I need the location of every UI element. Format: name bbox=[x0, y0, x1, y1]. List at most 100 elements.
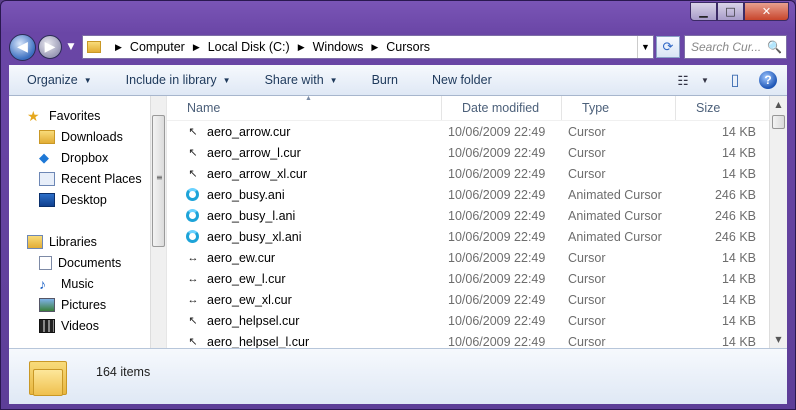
file-type: Cursor bbox=[568, 334, 606, 349]
documents-icon bbox=[39, 256, 52, 270]
table-row[interactable]: ↔ aero_ew.cur 10/06/2009 22:49 Cursor 14 KB bbox=[167, 247, 769, 268]
sidebar-item-music[interactable]: ♪ Music bbox=[39, 277, 94, 291]
file-name-cell: ↖ aero_arrow_xl.cur bbox=[167, 166, 442, 182]
crumb-separator[interactable]: ▶ bbox=[115, 42, 122, 53]
preview-pane-icon[interactable]: ▯ bbox=[721, 65, 749, 95]
scroll-down-icon[interactable]: ▼ bbox=[770, 331, 787, 348]
file-date: 10/06/2009 22:49 bbox=[448, 271, 546, 286]
forward-button[interactable]: ▶ bbox=[38, 35, 62, 59]
breadcrumb-cursors[interactable]: Cursors bbox=[386, 40, 430, 54]
sidebar-item-documents[interactable]: Documents bbox=[39, 256, 121, 270]
maximize-button[interactable]: □ bbox=[717, 2, 744, 21]
navigation-pane-scrollbar[interactable]: ≡ bbox=[150, 96, 166, 348]
sidebar-item-label: Documents bbox=[58, 256, 122, 270]
search-placeholder: Search Cur... bbox=[691, 40, 762, 54]
file-name-cell: aero_busy_xl.ani bbox=[167, 230, 442, 244]
sidebar-item-downloads[interactable]: Downloads bbox=[39, 130, 123, 144]
scroll-up-icon[interactable]: ▲ bbox=[770, 96, 787, 113]
search-icon[interactable]: 🔍 bbox=[767, 40, 782, 54]
share-with-button[interactable]: Share with ▼ bbox=[247, 65, 354, 95]
file-type: Cursor bbox=[568, 124, 606, 139]
table-row[interactable]: ↔ aero_ew_xl.cur 10/06/2009 22:49 Cursor 14 … bbox=[167, 289, 769, 310]
views-dropdown[interactable]: ▼ bbox=[697, 65, 713, 95]
table-row[interactable]: ↔ aero_ew_l.cur 10/06/2009 22:49 Cursor 14 K… bbox=[167, 268, 769, 289]
breadcrumb-local-disk[interactable]: Local Disk (C:) bbox=[208, 40, 290, 54]
star-icon: ★ bbox=[27, 108, 40, 124]
sidebar-item-label: Dropbox bbox=[61, 151, 109, 165]
scrollbar-grip-icon: ≡ bbox=[156, 173, 163, 182]
recent-pages-dropdown[interactable]: ▼ bbox=[64, 42, 78, 52]
explorer-window: ▁ □ ✕ ◀ ▶ ▼ ▶ Computer ▶ Local Disk (C:)… bbox=[0, 0, 796, 410]
file-list-scrollbar[interactable]: ▲ ▼ bbox=[769, 96, 787, 348]
table-row[interactable]: aero_busy.ani 10/06/2009 22:49 Animated Cu… bbox=[167, 184, 769, 205]
column-header-row: ▲ Name Date modified Type Size bbox=[167, 95, 769, 121]
file-type: Cursor bbox=[568, 292, 606, 307]
sidebar-item-pictures[interactable]: Pictures bbox=[39, 298, 106, 312]
arrow-cursor-icon: ↖ bbox=[188, 126, 198, 138]
file-type: Cursor bbox=[568, 166, 606, 181]
scrollbar-thumb[interactable]: ≡ bbox=[152, 115, 165, 247]
file-name-cell: ↖ aero_arrow_l.cur bbox=[167, 145, 442, 161]
file-name: aero_ew.cur bbox=[207, 250, 276, 265]
file-name: aero_busy_l.ani bbox=[207, 208, 296, 223]
back-button[interactable]: ◀ bbox=[9, 33, 36, 61]
minimize-button[interactable]: ▁ bbox=[690, 2, 717, 21]
file-name: aero_ew_l.cur bbox=[207, 271, 286, 286]
table-row[interactable]: ↖ aero_helpsel.cur 10/06/2009 22:49 Cursor 1… bbox=[167, 310, 769, 331]
file-date: 10/06/2009 22:49 bbox=[448, 145, 546, 160]
file-type: Cursor bbox=[568, 250, 606, 265]
organize-button[interactable]: Organize ▼ bbox=[9, 65, 108, 95]
file-name: aero_arrow_xl.cur bbox=[207, 166, 308, 181]
table-row[interactable]: ↖ aero_arrow_l.cur 10/06/2009 22:49 Cursor 1… bbox=[167, 142, 769, 163]
libraries-label: Libraries bbox=[49, 235, 97, 249]
sidebar-item-dropbox[interactable]: ◆ Dropbox bbox=[39, 151, 109, 166]
file-type: Animated Cursor bbox=[568, 208, 662, 223]
crumb-separator[interactable]: ▶ bbox=[298, 42, 305, 53]
column-header-date[interactable]: Date modified bbox=[442, 96, 562, 120]
help-button[interactable]: ? bbox=[759, 71, 777, 89]
column-header-size[interactable]: Size bbox=[676, 96, 761, 120]
sidebar-item-videos[interactable]: Videos bbox=[39, 319, 99, 333]
details-pane: 164 items bbox=[9, 348, 787, 404]
table-row[interactable]: aero_busy_xl.ani 10/06/2009 22:49 Animated… bbox=[167, 226, 769, 247]
table-row[interactable]: ↖ aero_arrow.cur 10/06/2009 22:49 Cursor 14 … bbox=[167, 121, 769, 142]
file-size: 246 KB bbox=[714, 208, 756, 223]
crumb-separator[interactable]: ▶ bbox=[371, 42, 378, 53]
file-date: 10/06/2009 22:49 bbox=[448, 124, 546, 139]
sidebar-item-label: Videos bbox=[61, 319, 99, 333]
recent-places-icon bbox=[39, 172, 55, 186]
file-type: Cursor bbox=[568, 271, 606, 286]
downloads-folder-icon bbox=[39, 130, 55, 144]
file-type: Cursor bbox=[568, 313, 606, 328]
file-name-cell: ↖ aero_arrow.cur bbox=[167, 124, 442, 140]
column-header-type[interactable]: Type bbox=[562, 96, 676, 120]
table-row[interactable]: ↖ aero_arrow_xl.cur 10/06/2009 22:49 Cursor… bbox=[167, 163, 769, 184]
table-row[interactable]: aero_busy_l.ani 10/06/2009 22:49 Animated … bbox=[167, 205, 769, 226]
include-in-library-button[interactable]: Include in library ▼ bbox=[108, 65, 247, 95]
address-bar[interactable]: ▶ Computer ▶ Local Disk (C:) ▶ Windows ▶… bbox=[82, 35, 654, 59]
scrollbar-thumb[interactable] bbox=[772, 115, 785, 129]
breadcrumb-windows[interactable]: Windows bbox=[313, 40, 364, 54]
file-size: 14 KB bbox=[721, 124, 756, 139]
address-dropdown[interactable]: ▼ bbox=[637, 36, 653, 58]
chevron-down-icon: ▼ bbox=[329, 75, 338, 85]
crumb-separator[interactable]: ▶ bbox=[193, 42, 200, 53]
file-size: 14 KB bbox=[721, 271, 756, 286]
views-icon[interactable]: ☷ bbox=[669, 65, 697, 95]
burn-button[interactable]: Burn bbox=[354, 65, 414, 95]
refresh-button[interactable]: ⟳ bbox=[656, 36, 680, 58]
new-folder-button[interactable]: New folder bbox=[414, 65, 508, 95]
busy-cursor-icon bbox=[186, 230, 199, 243]
search-input[interactable]: Search Cur... 🔍 bbox=[684, 35, 787, 59]
file-date: 10/06/2009 22:49 bbox=[448, 229, 546, 244]
pictures-icon bbox=[39, 298, 55, 312]
sidebar-item-recent-places[interactable]: Recent Places bbox=[39, 172, 142, 186]
file-size: 14 KB bbox=[721, 145, 756, 160]
sidebar-item-desktop[interactable]: Desktop bbox=[39, 193, 107, 207]
file-date: 10/06/2009 22:49 bbox=[448, 334, 546, 349]
favorites-group[interactable]: ★ Favorites bbox=[27, 109, 100, 123]
breadcrumb-computer[interactable]: Computer bbox=[130, 40, 185, 54]
close-button[interactable]: ✕ bbox=[744, 2, 789, 21]
libraries-group[interactable]: Libraries bbox=[27, 235, 97, 249]
content-area: ★ Favorites Downloads ◆ Dropbox Recent P… bbox=[9, 95, 787, 349]
